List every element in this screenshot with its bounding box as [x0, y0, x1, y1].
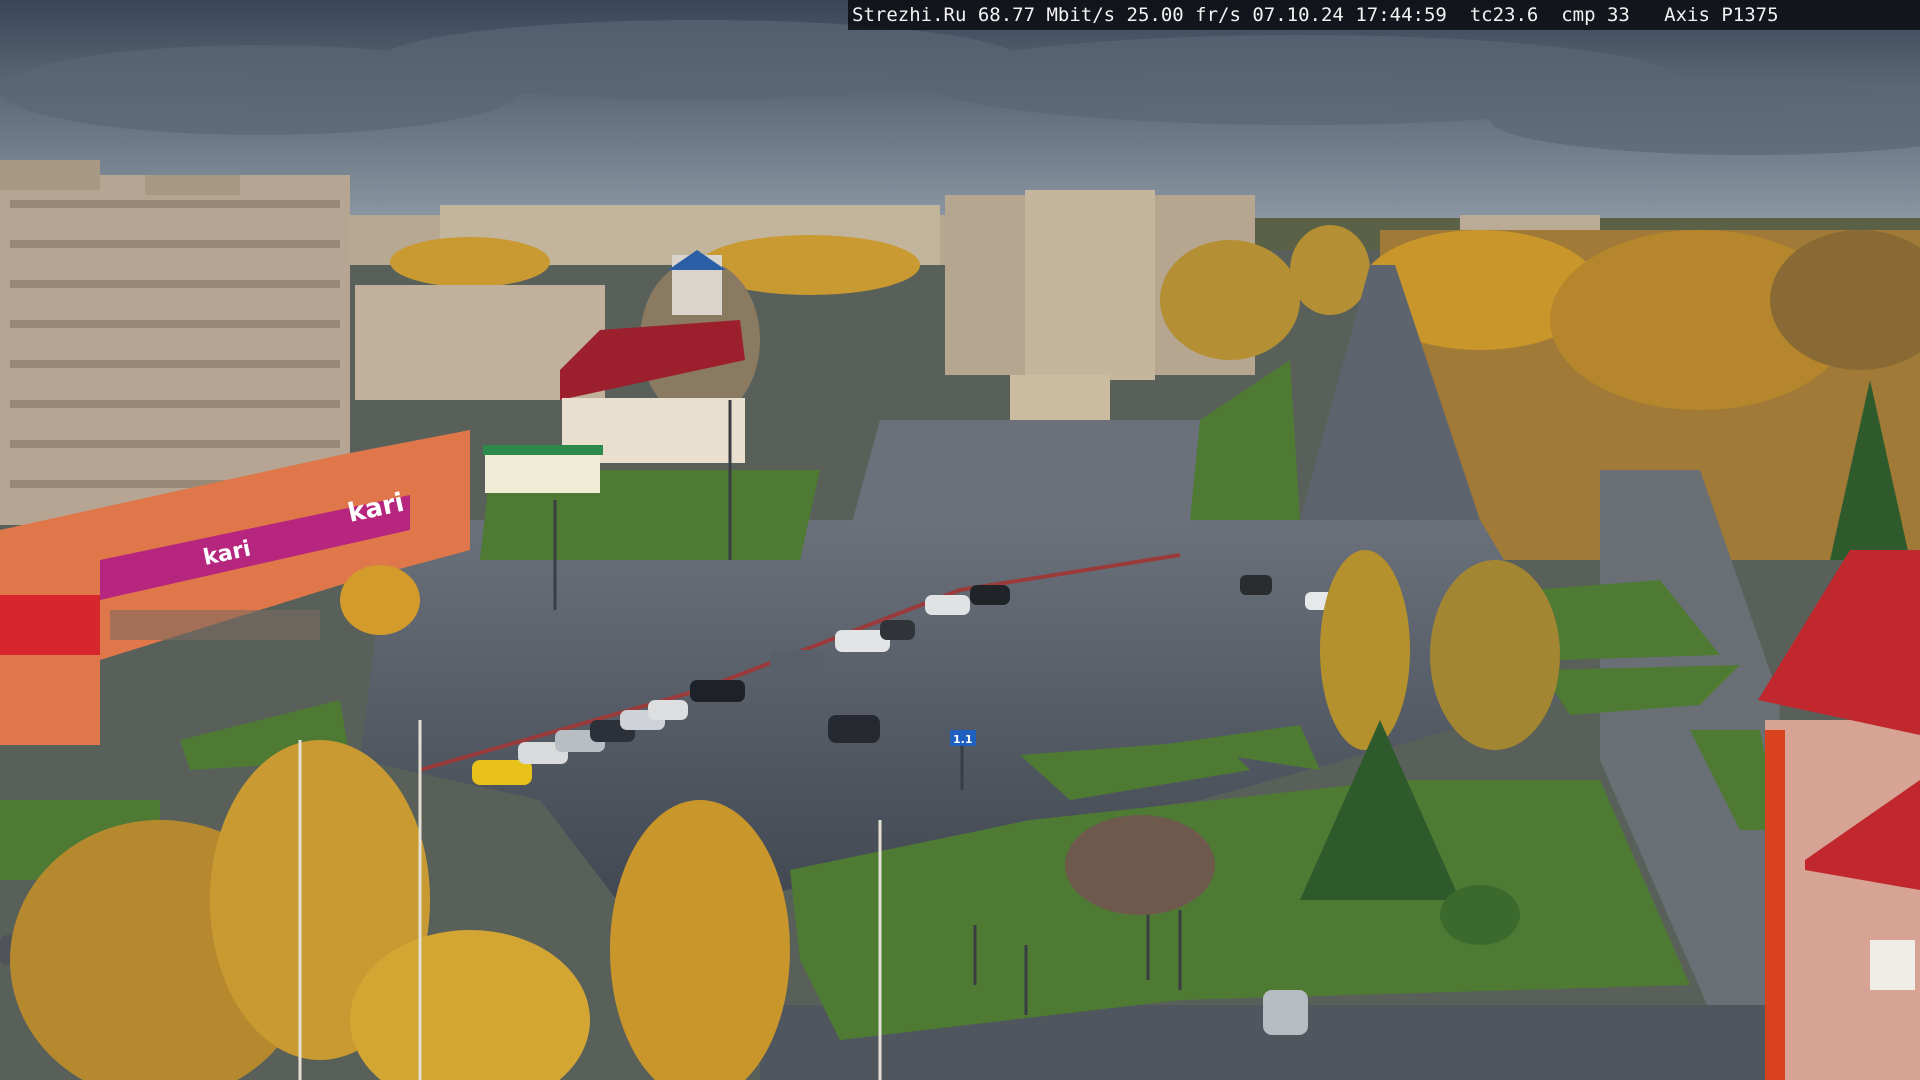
car-black — [690, 680, 745, 702]
camera-osd-overlay: Strezhi.Ru 68.77 Mbit/s 25.00 fr/s 07.10… — [848, 0, 1920, 30]
car-black — [970, 585, 1010, 605]
car-white — [648, 700, 688, 720]
webcam-frame: kari kari 1.1 Strezhi.Ru 68.77 Mbit/s 25… — [0, 0, 1920, 1080]
car-white — [925, 595, 970, 615]
car-grey — [770, 650, 825, 672]
city-street-scene: kari kari 1.1 — [0, 0, 1920, 1080]
car-driving-dark — [828, 715, 880, 743]
car-dark — [880, 620, 915, 640]
car-bottom-silver — [1263, 990, 1308, 1035]
car-driving-dark — [1240, 575, 1272, 595]
car-yellow — [472, 760, 532, 785]
upper-square — [850, 420, 1210, 530]
road-sign-number: 1.1 — [953, 733, 973, 746]
small-building-center — [1010, 375, 1110, 420]
shop-pavilion-roof — [483, 445, 603, 455]
